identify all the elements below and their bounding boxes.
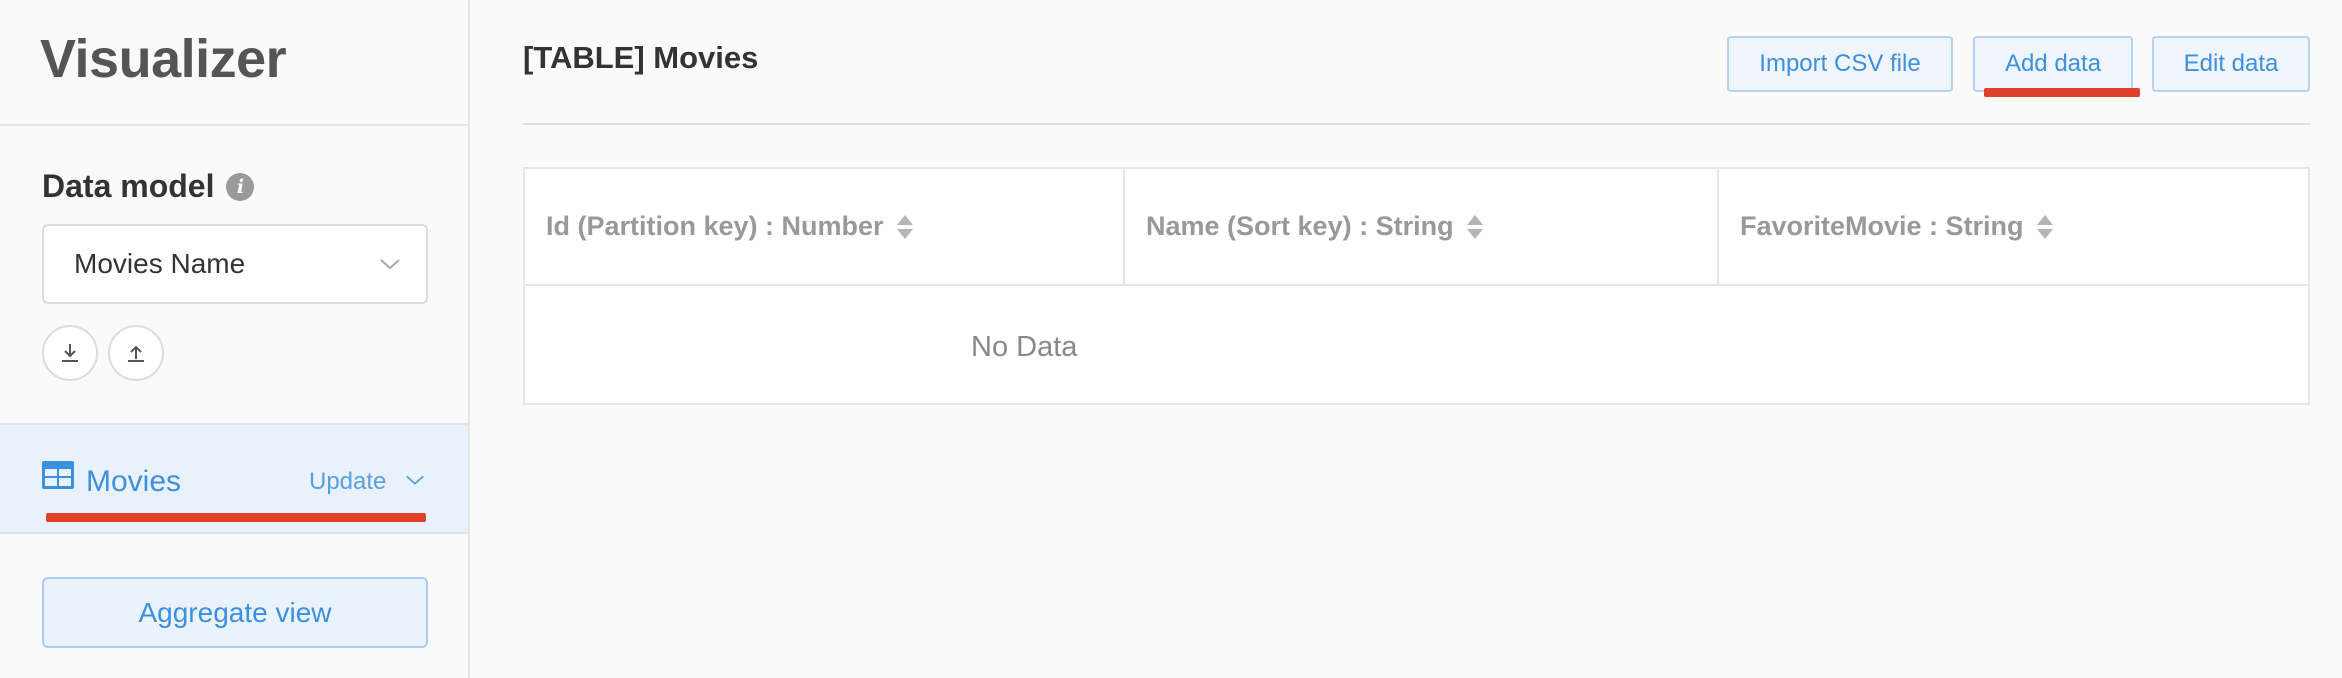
aggregate-view-button[interactable]: Aggregate view [42,577,428,648]
info-icon[interactable]: i [226,172,255,201]
chevron-down-icon [380,259,400,270]
edit-data-button[interactable]: Edit data [2152,36,2310,92]
app-title: Visualizer [40,29,287,89]
update-table-link[interactable]: Update [309,468,386,496]
download-icon [62,344,78,362]
table-icon [42,461,74,489]
add-data-button[interactable]: Add data [1973,36,2133,92]
data-table: Id (Partition key) : Number Name (Sort k… [523,167,2310,405]
column-header-favoritemovie[interactable]: FavoriteMovie : String [1717,169,2308,286]
highlight-underline [1984,88,2140,97]
column-header-label: Name (Sort key) : String [1146,211,1454,241]
sort-icon [896,214,913,239]
data-model-heading: Data model i [42,168,255,205]
upload-model-button[interactable] [108,325,164,381]
empty-state-text: No Data [971,331,1078,363]
download-model-button[interactable] [42,325,98,381]
page-title: [TABLE] Movies [523,40,759,75]
title-divider [523,123,2310,125]
sidebar-divider [0,124,470,126]
sidebar: Visualizer Data model i Movies Name Movi… [0,0,470,678]
column-header-name[interactable]: Name (Sort key) : String [1123,169,1717,286]
column-header-label: FavoriteMovie : String [1740,211,2024,241]
sort-icon [2036,214,2053,239]
highlight-underline [46,513,426,522]
chevron-down-icon[interactable] [404,469,426,491]
data-model-label: Data model [42,168,215,204]
sidebar-item-label: Movies [86,465,182,498]
upload-icon [128,345,144,362]
column-header-label: Id (Partition key) : Number [546,211,884,241]
data-model-select-value: Movies Name [74,248,246,279]
import-csv-button[interactable]: Import CSV file [1727,36,1953,92]
data-model-select[interactable]: Movies Name [42,224,428,304]
column-header-id[interactable]: Id (Partition key) : Number [525,169,1123,286]
sort-icon [1466,214,1483,239]
